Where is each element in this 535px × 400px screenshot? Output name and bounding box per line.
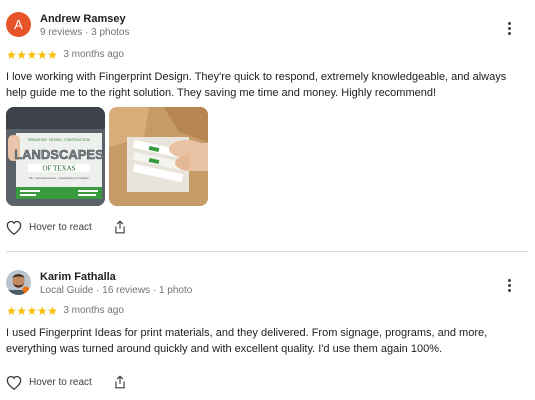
review-time: 3 months ago	[63, 305, 124, 316]
photo-brand: LANDSCAPES	[14, 147, 104, 162]
share-button[interactable]	[114, 375, 126, 389]
photo-caption-top: IRRIGATION · DESIGN · CONSTRUCTION	[28, 138, 91, 142]
avatar[interactable]	[6, 270, 31, 295]
star-icon: ★	[26, 48, 38, 62]
star-icon: ★	[26, 304, 38, 318]
reviewer-name[interactable]: Karim Fathalla	[40, 270, 116, 284]
star-icon: ★	[6, 48, 17, 62]
review-text: I used Fingerprint Ideas for print mater…	[6, 327, 488, 355]
star-icon: ★	[36, 304, 48, 318]
star-icon: ★	[36, 48, 48, 62]
star-icon: ★	[6, 304, 17, 318]
more-dot	[507, 26, 511, 30]
more-vert-icon	[507, 278, 511, 282]
review-actions: Hover to react	[6, 218, 126, 236]
more-dot	[507, 31, 511, 35]
rating-row: ★ ★ ★ ★ ★ 3 months ago	[6, 304, 124, 318]
star-rating: ★ ★ ★ ★ ★	[6, 304, 58, 318]
review-photo[interactable]	[109, 107, 208, 206]
avatar[interactable]: A	[6, 12, 31, 37]
review-photos: IRRIGATION · DESIGN · CONSTRUCTION LANDS…	[6, 107, 208, 206]
more-vert-icon	[507, 21, 511, 25]
review-text: I love working with Fingerprint Design. …	[6, 71, 507, 99]
share-button[interactable]	[114, 220, 126, 234]
review-header: A Andrew Ramsey 9 reviews · 3 photos	[6, 12, 535, 52]
review-time: 3 months ago	[63, 49, 124, 60]
react-button[interactable]: Hover to react	[6, 220, 92, 235]
business-card-photo: IRRIGATION · DESIGN · CONSTRUCTION LANDS…	[6, 107, 105, 206]
review-divider	[6, 251, 529, 252]
heart-outline-icon	[6, 375, 22, 390]
more-dot	[507, 283, 511, 287]
star-icon: ★	[16, 48, 27, 62]
reviewer-meta: Local Guide · 16 reviews · 1 photo	[40, 285, 193, 296]
react-label: Hover to react	[29, 221, 92, 233]
share-icon	[115, 220, 125, 234]
react-label: Hover to react	[29, 376, 92, 388]
star-rating: ★ ★ ★ ★ ★	[6, 48, 58, 62]
box-cards-photo	[109, 107, 208, 206]
reviewer-meta: 9 reviews · 3 photos	[40, 27, 130, 38]
avatar-photo	[6, 270, 31, 295]
heart-outline-icon	[6, 220, 22, 235]
react-button[interactable]: Hover to react	[6, 375, 92, 390]
review-photo[interactable]: IRRIGATION · DESIGN · CONSTRUCTION LANDS…	[6, 107, 105, 206]
star-icon: ★	[47, 48, 58, 62]
photo-tagline: 40+ Years Experience · Landscaping & Irr…	[29, 176, 89, 180]
more-options-button[interactable]	[499, 271, 519, 299]
share-icon	[115, 375, 125, 389]
photo-sub: OF TEXAS	[42, 165, 75, 173]
review-actions: Hover to react	[6, 373, 126, 391]
rating-row: ★ ★ ★ ★ ★ 3 months ago	[6, 48, 124, 62]
more-dot	[507, 288, 511, 292]
star-icon: ★	[16, 304, 27, 318]
star-icon: ★	[47, 304, 58, 318]
reviewer-name[interactable]: Andrew Ramsey	[40, 12, 126, 26]
more-options-button[interactable]	[499, 14, 519, 42]
